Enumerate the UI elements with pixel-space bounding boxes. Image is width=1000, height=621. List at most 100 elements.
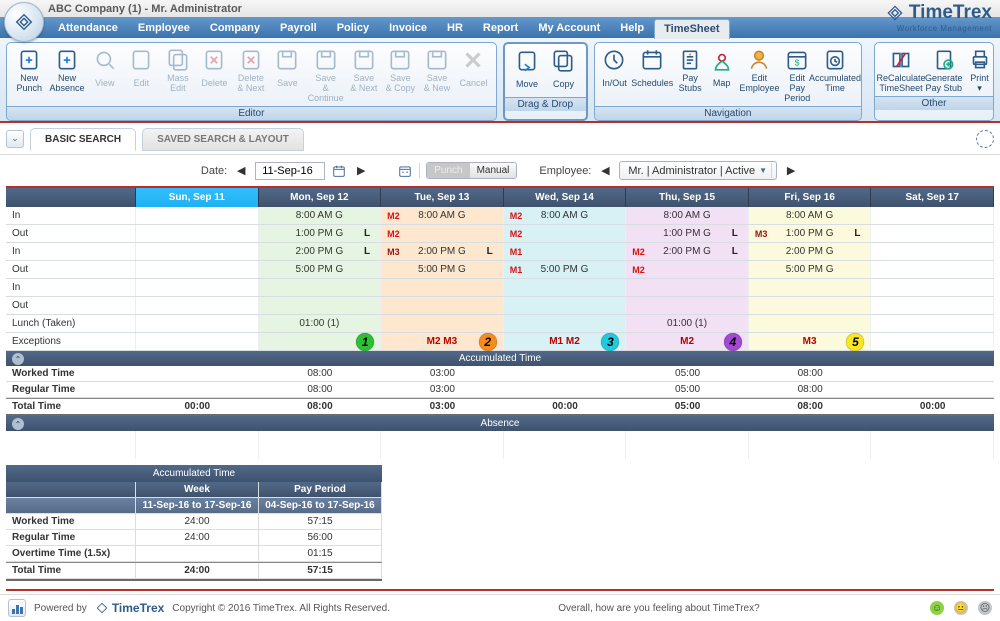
dropdown-icon: ▼ xyxy=(759,166,767,175)
edit-employee-button[interactable]: EditEmployee xyxy=(737,45,781,104)
mode-toggle[interactable]: Punch Manual xyxy=(426,162,517,179)
pay-stubs-button[interactable]: PayStubs xyxy=(674,45,706,104)
move-button[interactable]: Move xyxy=(509,46,545,95)
absence-body xyxy=(6,431,994,459)
prev-date-icon[interactable]: ◀ xyxy=(233,163,249,179)
schedules-button[interactable]: Schedules xyxy=(630,45,674,104)
map-icon xyxy=(709,47,735,73)
new-absence-button[interactable]: NewAbsence xyxy=(48,45,87,104)
footer-brand: TimeTrex xyxy=(112,601,164,615)
accumulated-time-button[interactable]: AccumulatedTime xyxy=(813,45,857,104)
collapse-accumulated-icon[interactable]: ⌃ xyxy=(12,353,24,365)
new-punch-icon xyxy=(16,47,42,73)
move-icon xyxy=(514,48,540,74)
save-copy-button: Save& Copy xyxy=(382,45,419,104)
row-out1: Out 1:00 PM GL M2 M2 1:00 PM GL M31:00 P… xyxy=(6,225,994,243)
save-button: Save xyxy=(269,45,306,104)
accum-sub-range: 11-Sep-16 to 17-Sep-1604-Sep-16 to 17-Se… xyxy=(6,498,382,514)
cancel-button: Cancel xyxy=(455,45,492,104)
edit-employee-icon xyxy=(746,47,772,73)
new-punch-button[interactable]: NewPunch xyxy=(11,45,48,104)
menu-help[interactable]: Help xyxy=(610,19,654,37)
badge-5: 5 xyxy=(846,333,864,351)
day-header: Thu, Sep 15 xyxy=(626,188,749,207)
save-new-icon xyxy=(424,47,450,73)
row-exceptions: Exceptions 1 M2 M32 M1 M23 M24 M35 xyxy=(6,333,994,351)
company-context: ABC Company (1) - Mr. Administrator xyxy=(48,3,242,15)
date-label: Date: xyxy=(201,165,227,177)
menu-timesheet[interactable]: TimeSheet xyxy=(654,19,729,39)
menu-hr[interactable]: HR xyxy=(437,19,473,37)
mode-manual[interactable]: Manual xyxy=(470,163,517,178)
copy-icon xyxy=(550,48,576,74)
pay-stubs-icon xyxy=(677,47,703,73)
collapse-search-icon[interactable]: ⌄ xyxy=(6,130,24,148)
badge-3: 3 xyxy=(601,333,619,351)
copyright: Copyright © 2016 TimeTrex. All Rights Re… xyxy=(172,603,390,614)
brand-logo-icon xyxy=(885,3,905,23)
collapse-absence-icon[interactable]: ⌃ xyxy=(12,418,24,430)
group-dragdrop: MoveCopy Drag & Drop xyxy=(503,42,588,121)
generate-paystub-button[interactable]: GeneratePay Stub xyxy=(923,45,965,94)
date-input[interactable] xyxy=(255,162,325,180)
save-new-button: Save& New xyxy=(419,45,456,104)
view-icon xyxy=(92,47,118,73)
mass-edit-icon xyxy=(165,47,191,73)
group-dragdrop-caption: Drag & Drop xyxy=(505,97,586,111)
brand-block: TimeTrex Workforce Management xyxy=(885,2,992,33)
accum-total: Total Time 00:0008:0003:0000:0005:0008:0… xyxy=(6,398,994,416)
menu-invoice[interactable]: Invoice xyxy=(379,19,437,37)
cancel-icon xyxy=(460,47,486,73)
row-out3: Out xyxy=(6,297,994,315)
map-button[interactable]: Map xyxy=(706,45,738,104)
app-logo[interactable] xyxy=(4,2,44,42)
menu-my-account[interactable]: My Account xyxy=(528,19,610,37)
menu-policy[interactable]: Policy xyxy=(327,19,379,37)
menu-attendance[interactable]: Attendance xyxy=(48,19,128,37)
accum-sub-head: WeekPay Period xyxy=(6,482,382,498)
recalculate-button[interactable]: ReCalculateTimeSheet xyxy=(879,45,923,94)
brand-tagline: Workforce Management xyxy=(885,24,992,33)
calendar-range-icon[interactable] xyxy=(397,163,413,179)
new-absence-icon xyxy=(54,47,80,73)
day-header: Mon, Sep 12 xyxy=(259,188,382,207)
accumulated-time-icon xyxy=(822,47,848,73)
pager-row: Date: ◀ ▶ Punch Manual Employee: ◀ Mr. |… xyxy=(0,154,1000,186)
refresh-icon[interactable] xyxy=(976,130,994,148)
smiley-happy-icon[interactable]: ☺ xyxy=(930,601,944,615)
employee-value: Mr. | Administrator | Active xyxy=(628,165,755,177)
print-icon xyxy=(967,47,993,73)
smiley-sad-icon[interactable]: ☹ xyxy=(978,601,992,615)
context-bar: ABC Company (1) - Mr. Administrator xyxy=(0,0,1000,17)
edit-icon xyxy=(128,47,154,73)
menu-employee[interactable]: Employee xyxy=(128,19,200,37)
inout-button[interactable]: In/Out xyxy=(599,45,631,104)
save-icon xyxy=(274,47,300,73)
stats-icon[interactable] xyxy=(8,599,26,617)
row-in2: In 2:00 PM GL M32:00 PM GL M1 M22:00 PM … xyxy=(6,243,994,261)
menu-company[interactable]: Company xyxy=(200,19,270,37)
feeling-prompt: Overall, how are you feeling about TimeT… xyxy=(398,603,920,614)
menu-report[interactable]: Report xyxy=(473,19,528,37)
brand-name: TimeTrex xyxy=(909,2,992,24)
copy-button[interactable]: Copy xyxy=(545,46,581,95)
ribbon-toolbar: NewPunchNewAbsenceViewEditMassEditDelete… xyxy=(0,38,1000,123)
mode-punch[interactable]: Punch xyxy=(427,163,469,178)
section-accumulated: ⌃ Accumulated Time xyxy=(6,351,994,366)
delete-icon xyxy=(201,47,227,73)
accum-r1: Worked Time24:0057:15 xyxy=(6,514,382,530)
prev-employee-icon[interactable]: ◀ xyxy=(597,163,613,179)
day-header: Sat, Sep 17 xyxy=(871,188,994,207)
group-editor: NewPunchNewAbsenceViewEditMassEditDelete… xyxy=(6,42,497,121)
employee-select[interactable]: Mr. | Administrator | Active ▼ xyxy=(619,161,777,180)
tab-basic-search[interactable]: BASIC SEARCH xyxy=(30,128,136,151)
next-employee-icon[interactable]: ▶ xyxy=(783,163,799,179)
calendar-icon[interactable] xyxy=(331,163,347,179)
save-next-button: Save& Next xyxy=(346,45,383,104)
tab-saved-search[interactable]: SAVED SEARCH & LAYOUT xyxy=(142,128,304,151)
accum-r3: Overtime Time (1.5x)01:15 xyxy=(6,546,382,562)
menu-payroll[interactable]: Payroll xyxy=(270,19,327,37)
next-date-icon[interactable]: ▶ xyxy=(353,163,369,179)
smiley-neutral-icon[interactable]: 😐 xyxy=(954,601,968,615)
print-button[interactable]: Print▾ xyxy=(965,45,994,94)
